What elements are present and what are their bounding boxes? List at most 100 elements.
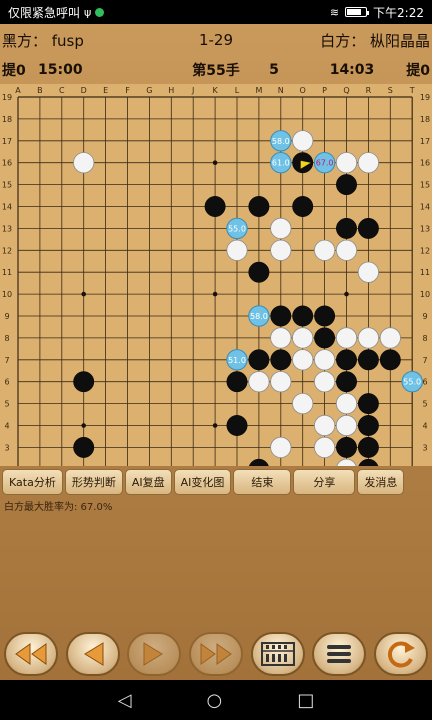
row-label: 15 xyxy=(420,181,430,190)
black-stone xyxy=(336,371,357,393)
column-label: G xyxy=(146,86,152,95)
step-back-button[interactable] xyxy=(65,632,120,676)
white-stone xyxy=(335,392,358,415)
recent-square-icon[interactable]: □ xyxy=(297,690,314,711)
wechat-icon xyxy=(95,7,105,17)
row-label: 9 xyxy=(4,312,9,321)
white-player: 白方： 枞阳晶晶 xyxy=(320,31,430,50)
abacus-icon xyxy=(260,642,295,666)
row-label: 14 xyxy=(2,203,12,212)
white-stone xyxy=(73,152,95,174)
black-stone xyxy=(248,458,269,466)
column-label: D xyxy=(81,86,87,95)
fast-forward-button[interactable] xyxy=(188,632,243,676)
ai-candidate-value: 58.0 xyxy=(272,137,290,146)
row-label: 13 xyxy=(2,224,12,233)
go-app: 黑方： fusp 1-29 白方： 枞阳晶晶 提0 15:00 第55手 5 1… xyxy=(0,24,432,680)
column-label: Q xyxy=(343,86,349,95)
abacus-button[interactable] xyxy=(250,632,305,676)
white-stone xyxy=(357,261,379,283)
black-stone xyxy=(379,349,401,371)
black-stone xyxy=(248,196,270,217)
black-stone xyxy=(73,371,95,393)
row-label: 18 xyxy=(2,115,12,124)
row-label: 13 xyxy=(420,224,430,233)
row-label: 17 xyxy=(2,137,12,146)
black-captures: 提0 xyxy=(2,63,26,79)
usb-icon: ψ xyxy=(84,5,92,19)
white-stone xyxy=(336,458,357,466)
analysis-toolbar: Kata分析 形势判断 AI复盘 AI变化图 结束 分享 发消息 xyxy=(0,469,432,495)
white-stone xyxy=(313,349,336,371)
black-stone xyxy=(248,349,270,371)
column-label: M xyxy=(255,86,262,95)
column-label: R xyxy=(366,86,372,95)
phone-screen: 仅限紧急呼叫 ψ ≋ 下午2:22 黑方： fusp 1-29 白方： 枞阳晶晶… xyxy=(0,0,432,720)
end-button[interactable]: 结束 xyxy=(233,469,292,495)
black-stone xyxy=(270,305,292,327)
row-label: 2 xyxy=(422,465,427,466)
black-stone xyxy=(336,174,357,196)
row-label: 3 xyxy=(4,443,9,452)
menu-icon xyxy=(327,645,352,663)
star-point xyxy=(212,291,218,297)
column-label: O xyxy=(300,86,306,95)
row-label: 10 xyxy=(420,290,430,299)
go-board[interactable]: AABBCCDDEEFFGGHHJJKKLLMMNNOOPPQQRRSSTT19… xyxy=(0,84,432,466)
move-count: 5 xyxy=(269,62,279,78)
column-label: E xyxy=(103,86,108,95)
home-circle-icon[interactable]: ○ xyxy=(207,690,223,711)
star-point xyxy=(81,291,86,297)
black-stone xyxy=(357,217,379,239)
menu-button[interactable] xyxy=(312,632,367,676)
step-back-icon xyxy=(83,642,104,666)
white-stone xyxy=(226,239,248,261)
black-stone xyxy=(358,458,379,466)
kata-analysis-button[interactable]: Kata分析 xyxy=(2,469,63,495)
black-stone xyxy=(73,436,95,458)
black-stone xyxy=(292,196,314,217)
ai-variation-button[interactable]: AI变化图 xyxy=(173,469,232,495)
column-label: T xyxy=(409,86,415,95)
column-label: L xyxy=(235,86,240,95)
row-label: 5 xyxy=(4,400,9,409)
white-stone xyxy=(270,239,292,261)
white-stone xyxy=(270,436,292,458)
fast-backward-icon xyxy=(14,643,47,665)
black-stone xyxy=(336,217,357,239)
share-button[interactable]: 分享 xyxy=(293,469,356,495)
black-stone xyxy=(357,393,379,415)
ai-candidate-value: 55.0 xyxy=(228,224,246,233)
white-stone xyxy=(335,414,358,437)
back-triangle-icon[interactable]: ◁ xyxy=(118,690,132,711)
white-time: 14:03 xyxy=(329,62,375,78)
ai-review-button[interactable]: AI复盘 xyxy=(124,469,172,495)
game-info: 提0 15:00 第55手 5 14:03 提0 xyxy=(0,56,432,84)
row-label: 5 xyxy=(422,400,427,409)
black-stone xyxy=(357,349,379,371)
row-label: 15 xyxy=(2,181,12,190)
row-label: 7 xyxy=(422,356,427,365)
game-number: 1-29 xyxy=(198,31,234,49)
situation-judge-button[interactable]: 形势判断 xyxy=(64,469,123,495)
row-label: 17 xyxy=(420,137,430,146)
black-stone xyxy=(248,261,270,283)
step-forward-button[interactable] xyxy=(127,632,182,676)
black-stone xyxy=(204,196,226,217)
column-label: A xyxy=(15,86,21,95)
board-grid[interactable]: AABBCCDDEEFFGGHHJJKKLLMMNNOOPPQQRRSSTT19… xyxy=(0,84,432,466)
black-stone xyxy=(226,415,248,436)
fast-backward-button[interactable] xyxy=(3,632,58,676)
black-stone xyxy=(314,327,336,349)
white-stone xyxy=(357,327,379,349)
message-button[interactable]: 发消息 xyxy=(357,469,405,495)
white-stone xyxy=(357,152,379,174)
column-label: H xyxy=(168,86,174,95)
white-stone xyxy=(313,414,336,437)
row-label: 19 xyxy=(2,93,12,102)
refresh-button[interactable] xyxy=(374,632,429,676)
step-forward-icon xyxy=(143,642,164,666)
row-label: 18 xyxy=(420,115,430,124)
white-stone xyxy=(292,392,314,415)
black-stone xyxy=(292,305,314,327)
